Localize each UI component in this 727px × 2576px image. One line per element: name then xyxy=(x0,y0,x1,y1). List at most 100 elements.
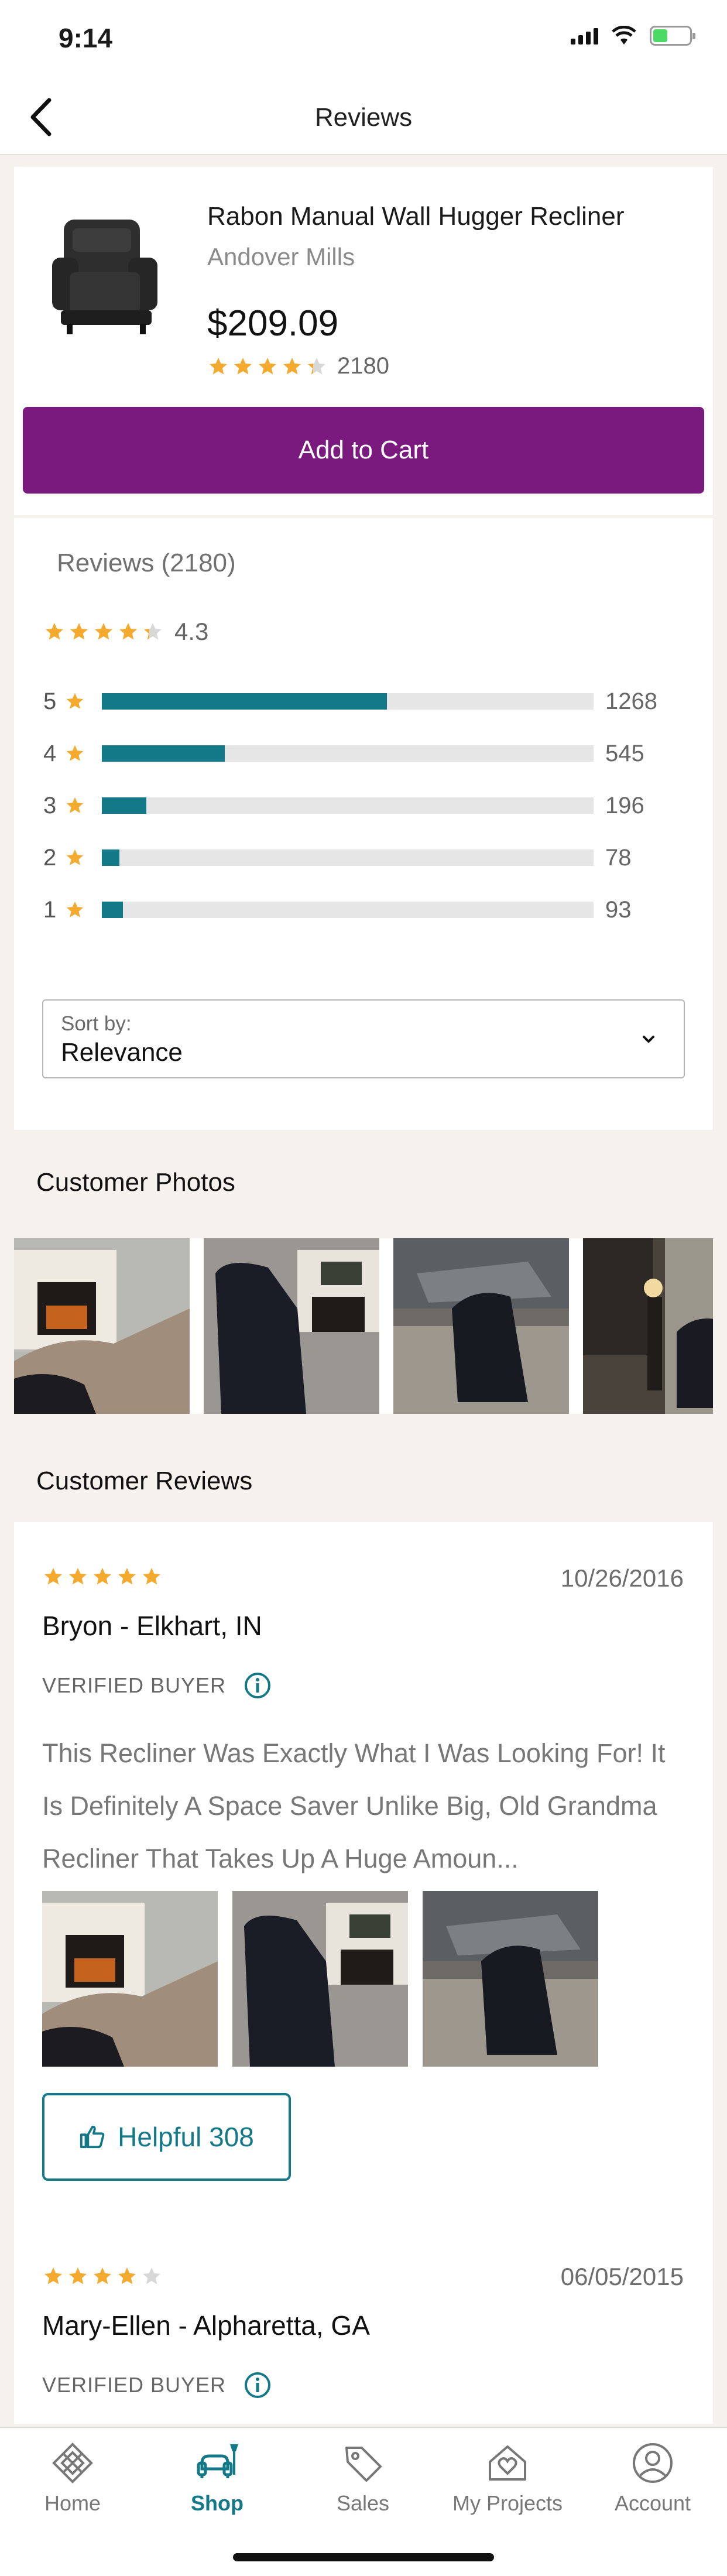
reviews-summary: Reviews (2180) 4.3 5 1268 4 545 3 196 2 … xyxy=(14,518,713,1130)
star-icon xyxy=(70,623,88,640)
helpful-button[interactable]: Helpful 308 xyxy=(42,2093,291,2181)
star-icon xyxy=(44,2267,62,2284)
star-icon xyxy=(308,357,325,374)
rating-stars xyxy=(207,356,328,377)
info-icon[interactable] xyxy=(244,1671,272,1700)
star-icon xyxy=(66,849,84,865)
product-rating: 2180 xyxy=(207,353,389,379)
verified-label: VERIFIED BUYER xyxy=(42,2373,227,2397)
star-icon xyxy=(66,797,84,813)
rating-bar-track xyxy=(102,745,594,762)
star-icon xyxy=(44,1568,62,1585)
review-count: 2180 xyxy=(337,353,389,379)
product-image[interactable] xyxy=(40,202,172,340)
tab-label: Account xyxy=(614,2491,691,2515)
star-icon xyxy=(94,2267,111,2284)
rating-row-4[interactable]: 4 545 xyxy=(43,736,693,771)
verified-buyer: VERIFIED BUYER xyxy=(42,1671,272,1700)
verified-buyer: VERIFIED BUYER xyxy=(42,2371,272,2399)
star-icon xyxy=(66,693,84,709)
star-icon xyxy=(95,623,112,640)
star-icon xyxy=(119,623,137,640)
rating-row-count: 196 xyxy=(605,792,644,818)
rating-row-2[interactable]: 2 78 xyxy=(43,840,693,875)
product-card: Rabon Manual Wall Hugger Recliner Andove… xyxy=(14,167,713,515)
rating-bar-track xyxy=(102,693,594,710)
review-photo[interactable] xyxy=(423,1891,598,2067)
review-date: 06/05/2015 xyxy=(560,2263,684,2290)
rating-row-count: 1268 xyxy=(605,688,657,714)
wifi-icon xyxy=(612,26,636,44)
rating-row-count: 93 xyxy=(605,896,632,923)
review-stars xyxy=(42,1566,163,1587)
average-rating-value: 4.3 xyxy=(174,618,209,645)
rating-bar-fill xyxy=(102,745,225,762)
star-icon xyxy=(143,2267,160,2284)
account-icon xyxy=(633,2443,673,2483)
rating-bar-track xyxy=(102,902,594,918)
rating-row-label: 5 xyxy=(43,688,57,714)
customer-photo[interactable] xyxy=(204,1238,379,1414)
tab-account[interactable]: Account xyxy=(594,2440,711,2516)
info-icon[interactable] xyxy=(244,2371,272,2399)
tab-my-projects[interactable]: My Projects xyxy=(449,2440,566,2516)
star-icon xyxy=(210,357,227,374)
shop-icon xyxy=(197,2444,238,2478)
verified-label: VERIFIED BUYER xyxy=(42,1673,227,1697)
rating-row-3[interactable]: 3 196 xyxy=(43,788,693,823)
star-icon xyxy=(94,1568,111,1585)
tab-home[interactable]: Home xyxy=(14,2440,131,2516)
tab-shop[interactable]: Shop xyxy=(159,2440,276,2516)
home-icon xyxy=(52,2443,93,2483)
rating-row-label: 3 xyxy=(43,792,57,818)
product-price: $209.09 xyxy=(207,303,339,344)
tab-label: Shop xyxy=(191,2491,244,2515)
tab-sales[interactable]: Sales xyxy=(304,2440,421,2516)
review-author: Mary-Ellen - Alpharetta, GA xyxy=(42,2310,370,2341)
customer-photo[interactable] xyxy=(14,1238,190,1414)
star-icon xyxy=(66,745,84,761)
status-time: 9:14 xyxy=(59,23,113,53)
rating-bar-track xyxy=(102,849,594,866)
customer-photos-title: Customer Photos xyxy=(36,1168,235,1197)
sort-value: Relevance xyxy=(61,1038,183,1067)
tab-label: Home xyxy=(44,2491,101,2515)
page-title: Reviews xyxy=(314,103,413,132)
add-to-cart-button[interactable]: Add to Cart xyxy=(23,407,704,494)
helpful-label: Helpful 308 xyxy=(118,2122,254,2152)
reviews-summary-title: Reviews (2180) xyxy=(57,549,236,577)
rating-bar-fill xyxy=(102,849,120,866)
tab-label: My Projects xyxy=(452,2491,563,2515)
rating-bar-fill xyxy=(102,693,387,710)
rating-bar-fill xyxy=(102,902,124,918)
rating-bar-track xyxy=(102,797,594,814)
rating-row-1[interactable]: 1 93 xyxy=(43,892,693,927)
review-photos[interactable] xyxy=(42,1891,598,2067)
star-icon xyxy=(118,2267,136,2284)
signal-icon xyxy=(571,27,598,44)
review-stars xyxy=(42,2266,163,2287)
review-date: 10/26/2016 xyxy=(560,1564,684,1592)
product-name[interactable]: Rabon Manual Wall Hugger Recliner xyxy=(207,202,625,231)
customer-photo[interactable] xyxy=(583,1238,713,1414)
home-indicator xyxy=(233,2553,494,2561)
rating-row-label: 2 xyxy=(43,844,57,871)
review-text[interactable]: This Recliner Was Exactly What I Was Loo… xyxy=(42,1727,692,1885)
rating-bar-fill xyxy=(102,797,146,814)
rating-row-5[interactable]: 5 1268 xyxy=(43,684,693,719)
nav-header: Reviews xyxy=(0,76,727,155)
star-icon xyxy=(46,623,63,640)
customer-photos-strip[interactable] xyxy=(14,1238,713,1414)
review-photo[interactable] xyxy=(42,1891,218,2067)
customer-photo[interactable] xyxy=(393,1238,569,1414)
product-brand[interactable]: Andover Mills xyxy=(207,243,355,271)
tab-label: Sales xyxy=(336,2491,390,2515)
review-photo[interactable] xyxy=(232,1891,408,2067)
star-icon xyxy=(69,2267,87,2284)
chevron-down-icon xyxy=(643,1036,654,1043)
rating-row-label: 4 xyxy=(43,740,57,766)
sort-dropdown[interactable]: Sort by: Relevance xyxy=(42,999,685,1078)
star-icon xyxy=(118,1568,136,1585)
sales-tag-icon xyxy=(345,2447,382,2482)
rating-row-count: 545 xyxy=(605,740,644,766)
